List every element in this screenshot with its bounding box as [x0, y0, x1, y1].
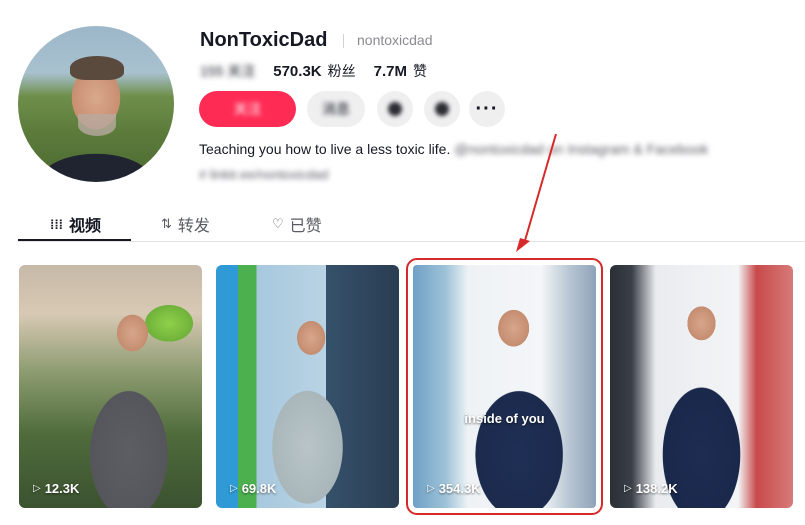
tab-videos-label: 视频 — [69, 218, 102, 235]
video-views-count: 12.3K — [44, 481, 80, 496]
profile-tabs: ⁞⁞⁞ 视频 ⇅ 转发 ♡ 已赞 — [18, 208, 805, 242]
bio-link-text[interactable]: @nontoxicdad on Instagram & Facebook — [454, 141, 708, 157]
following-stat[interactable]: 155 关注 — [200, 61, 255, 81]
video-card[interactable]: ▷ 69.8K — [216, 265, 399, 508]
video-card[interactable]: ▷ 138.2K — [610, 265, 793, 508]
video-card-highlighted[interactable]: inside of you ▷ 354.3K — [406, 258, 603, 515]
heart-icon: ♡ — [272, 216, 284, 231]
play-icon: ▷ — [230, 483, 238, 494]
avatar-hair — [70, 56, 124, 80]
video-views: ▷ 354.3K — [427, 481, 481, 496]
user-icon — [388, 102, 402, 116]
profile-avatar[interactable] — [18, 26, 174, 182]
play-icon: ▷ — [33, 483, 41, 494]
bio-text: Teaching you how to live a less toxic li… — [199, 141, 451, 157]
add-friend-button[interactable] — [377, 91, 413, 127]
more-options-button[interactable]: ··· — [469, 91, 505, 127]
more-icon: ··· — [475, 97, 499, 120]
profile-display-name: NonToxicDad — [200, 29, 328, 51]
video-caption: inside of you — [464, 411, 545, 426]
profile-bio: Teaching you how to live a less toxic li… — [199, 141, 708, 157]
play-icon: ▷ — [624, 483, 632, 494]
tab-reposts[interactable]: ⇅ 转发 — [161, 212, 210, 236]
profile-username: nontoxicdad — [357, 32, 433, 48]
repost-icon: ⇅ — [161, 216, 172, 231]
tab-reposts-label: 转发 — [177, 218, 210, 235]
share-button[interactable] — [424, 91, 460, 127]
name-divider — [343, 34, 344, 48]
profile-link[interactable]: # linktr.ee/nontoxicdad — [199, 167, 328, 182]
message-button-label: 消息 — [322, 101, 350, 117]
likes-label: 赞 — [412, 63, 427, 79]
likes-count: 7.7M — [373, 63, 407, 80]
followers-count[interactable]: 570.3K — [273, 63, 321, 80]
tab-liked-label: 已赞 — [289, 218, 322, 235]
active-tab-indicator — [18, 239, 131, 241]
followers-label: 粉丝 — [327, 63, 356, 79]
video-card[interactable]: ▷ 12.3K — [19, 265, 202, 508]
tab-videos[interactable]: ⁞⁞⁞ 视频 — [50, 212, 101, 236]
grid-icon: ⁞⁞⁞ — [50, 216, 63, 232]
message-button[interactable]: 消息 — [307, 91, 365, 127]
profile-stats: 155 关注 570.3K 粉丝 7.7M 赞 — [200, 61, 427, 81]
follow-button[interactable]: 关注 — [199, 91, 296, 127]
video-views-count: 354.3K — [438, 481, 481, 496]
video-views: ▷ 12.3K — [33, 481, 79, 496]
video-views-count: 138.2K — [635, 481, 678, 496]
share-icon — [435, 102, 449, 116]
tab-liked[interactable]: ♡ 已赞 — [272, 212, 322, 236]
video-views: ▷ 69.8K — [230, 481, 276, 496]
play-icon: ▷ — [427, 483, 435, 494]
follow-button-label: 关注 — [233, 101, 262, 117]
avatar-beard — [78, 114, 116, 136]
video-views: ▷ 138.2K — [624, 481, 678, 496]
video-views-count: 69.8K — [241, 481, 277, 496]
